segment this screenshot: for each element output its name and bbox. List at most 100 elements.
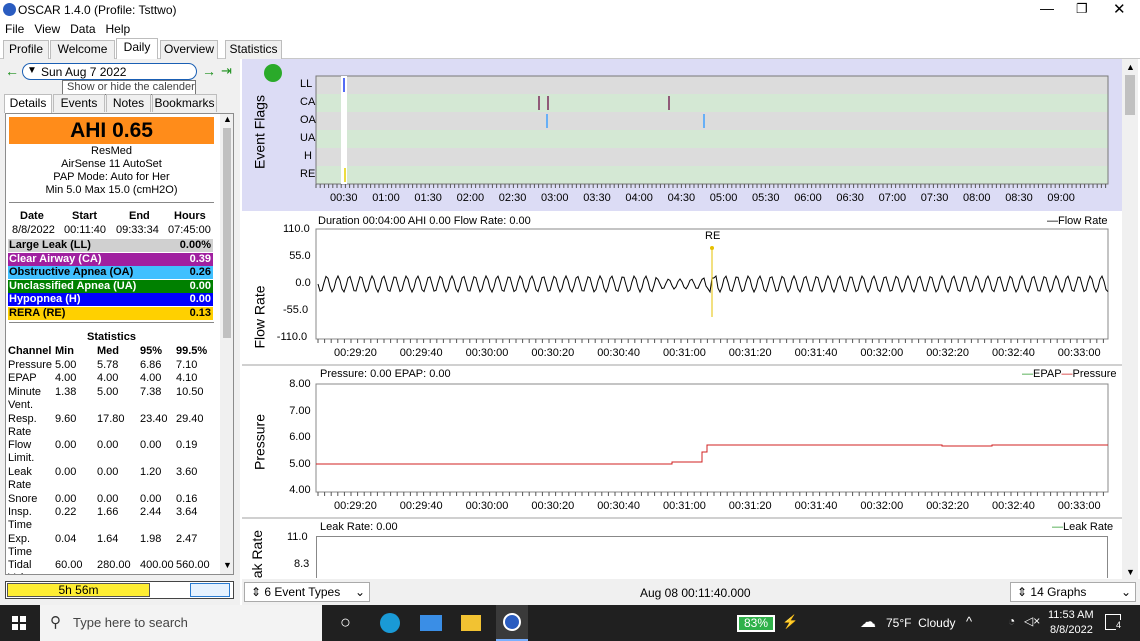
stats-row: Minute Vent. 1.38 5.00 7.38 10.50: [8, 386, 216, 412]
stats-row: Leak Rate 0.00 0.00 1.20 3.60: [8, 466, 216, 492]
maximize-icon[interactable]: ❐: [1076, 1, 1088, 17]
network-icon[interactable]: ◔: [1008, 614, 1015, 628]
time-tick-label: 00:32:40: [992, 500, 1035, 512]
battery-indicator[interactable]: 83%: [737, 615, 775, 632]
event-row[interactable]: Hypopnea (H) 0.00: [8, 293, 213, 306]
event-types-dropdown[interactable]: ⇕ 6 Event Types ⌄: [244, 582, 370, 602]
menu-view[interactable]: View: [29, 20, 65, 38]
scroll-up-icon[interactable]: ▲: [223, 114, 232, 124]
details-scrollbar[interactable]: ▲ ▼: [220, 114, 234, 574]
stats-value: 29.40: [176, 413, 204, 426]
stats-value: 0.22: [55, 506, 76, 519]
stats-header-med: Med: [97, 345, 119, 358]
edge-icon[interactable]: [380, 613, 400, 633]
taskbar-search-box[interactable]: ⚲ Type here to search: [40, 605, 322, 641]
current-time: Aug 08 00:11:40.000: [640, 586, 751, 600]
tab-statistics[interactable]: Statistics: [225, 40, 282, 59]
file-explorer-icon[interactable]: [461, 615, 481, 631]
taskbar: ⚲ Type here to search ○ 83% ⚡ ☁ 75°F Clo…: [0, 605, 1140, 641]
session-header-hours: Hours: [174, 210, 206, 223]
stats-value: 400.00: [140, 559, 174, 572]
event-row[interactable]: Large Leak (LL) 0.00%: [8, 239, 213, 252]
event-row[interactable]: Unclassified Apnea (UA) 0.00: [8, 280, 213, 293]
tab-details[interactable]: Details: [4, 94, 52, 113]
stats-value: 2.47: [176, 533, 197, 546]
next-day-icon[interactable]: →: [202, 63, 216, 79]
event-row[interactable]: RERA (RE) 0.13: [8, 307, 213, 320]
task-view-icon[interactable]: ○: [340, 612, 351, 633]
menu-file[interactable]: File: [0, 20, 29, 38]
search-icon: ⚲: [50, 613, 61, 631]
pressure-ytick: 8.00: [289, 378, 310, 390]
stats-title: Statistics: [9, 331, 214, 343]
menu-data[interactable]: Data: [65, 20, 100, 38]
weather-text[interactable]: 75°F Cloudy: [886, 616, 956, 630]
pap-mode: PAP Mode: Auto for Her: [9, 171, 214, 183]
event-row[interactable]: Obstructive Apnea (OA) 0.26: [8, 266, 213, 279]
tab-notes[interactable]: Notes: [106, 94, 151, 112]
time-tick-label: 00:32:00: [860, 500, 903, 512]
stats-value: 560.00: [176, 559, 210, 572]
mail-icon[interactable]: [420, 615, 442, 631]
stats-value: 3.60: [176, 466, 197, 479]
stats-value: 1.64: [97, 533, 118, 546]
scroll-thumb[interactable]: [1125, 75, 1135, 115]
stats-value: 7.10: [176, 359, 197, 372]
stats-header-995: 99.5%: [176, 345, 207, 358]
stats-value: 0.00: [55, 439, 76, 452]
stats-row: Exp. Time 0.04 1.64 1.98 2.47: [8, 533, 216, 559]
stats-value: 4.00: [140, 372, 161, 385]
windows-start-icon[interactable]: [12, 616, 26, 630]
tab-bookmarks[interactable]: Bookmarks: [152, 94, 217, 112]
stats-value: 4.00: [97, 372, 118, 385]
stats-channel: Minute Vent.: [8, 386, 54, 412]
stats-header-min: Min: [55, 345, 74, 358]
tab-daily[interactable]: Daily: [116, 38, 158, 59]
event-name: Unclassified Apnea (UA): [9, 280, 136, 293]
stats-value: 23.40: [140, 413, 168, 426]
clock-date[interactable]: 8/8/2022: [1050, 624, 1093, 636]
clock-time[interactable]: 11:53 AM: [1048, 609, 1094, 621]
scroll-thumb[interactable]: [223, 128, 231, 338]
time-tick-label: 00:33:00: [1058, 500, 1101, 512]
minimize-icon[interactable]: —: [1040, 0, 1054, 16]
stats-value: 3.64: [176, 506, 197, 519]
stats-channel: Resp. Rate: [8, 413, 54, 439]
tab-profile[interactable]: Profile: [3, 40, 49, 59]
event-name: RERA (RE): [9, 307, 65, 320]
oscar-taskbar-icon[interactable]: [496, 605, 528, 641]
time-tick-label: 00:30:00: [466, 500, 509, 512]
tray-chevron-icon[interactable]: ^: [966, 614, 972, 629]
graphs-dropdown[interactable]: ⇕ 14 Graphs ⌄: [1010, 582, 1136, 602]
session-header-start: Start: [72, 210, 97, 223]
event-name: Clear Airway (CA): [9, 253, 102, 266]
close-icon[interactable]: ✕: [1113, 0, 1126, 18]
time-tick-label: 00:32:20: [926, 500, 969, 512]
scroll-down-icon[interactable]: ▼: [223, 560, 232, 570]
graphs-scrollbar[interactable]: ▲ ▼: [1122, 59, 1138, 579]
prev-day-icon[interactable]: ←: [5, 63, 19, 79]
stats-value: 4.10: [176, 372, 197, 385]
event-name: Obstructive Apnea (OA): [9, 266, 133, 279]
separator: [242, 517, 1122, 519]
notification-icon[interactable]: 4: [1105, 614, 1121, 630]
scroll-up-icon[interactable]: ▲: [1126, 62, 1135, 72]
tab-overview[interactable]: Overview: [160, 40, 218, 59]
tooltip: Show or hide the calender: [62, 80, 196, 95]
tab-events[interactable]: Events: [53, 94, 105, 112]
stats-row: EPAP 4.00 4.00 4.00 4.10: [8, 372, 216, 385]
event-row[interactable]: Clear Airway (CA) 0.39: [8, 253, 213, 266]
last-day-icon[interactable]: ⇥: [221, 63, 232, 79]
stats-value: 280.00: [97, 559, 131, 572]
scroll-down-icon[interactable]: ▼: [1126, 567, 1135, 577]
date-picker[interactable]: ▼ Sun Aug 7 2022: [22, 63, 197, 80]
menu-help[interactable]: Help: [101, 20, 136, 38]
stats-value: 5.78: [97, 359, 118, 372]
stats-value: 0.16: [176, 493, 197, 506]
session-hours: 07:45:00: [168, 224, 211, 237]
tab-welcome[interactable]: Welcome: [50, 40, 115, 59]
divider: [9, 202, 214, 203]
volume-icon[interactable]: ◁×: [1024, 614, 1040, 628]
stats-value: 0.00: [97, 493, 118, 506]
leak-ytick-0: 11.0: [287, 531, 308, 543]
